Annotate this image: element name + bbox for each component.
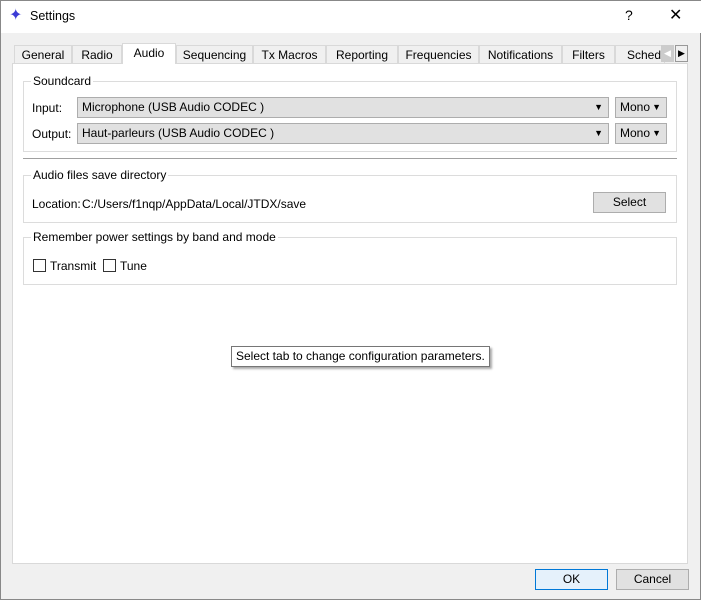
divider bbox=[23, 158, 677, 159]
output-device-value: Haut-parleurs (USB Audio CODEC ) bbox=[82, 126, 275, 140]
input-device-value: Microphone (USB Audio CODEC ) bbox=[82, 100, 265, 114]
output-device-select[interactable]: Haut-parleurs (USB Audio CODEC ) ▼ bbox=[77, 123, 609, 144]
location-value: C:/Users/f1nqp/AppData/Local/JTDX/save bbox=[82, 197, 307, 211]
chevron-down-icon: ▼ bbox=[594, 128, 603, 138]
tab-schedule[interactable]: Schedu bbox=[615, 45, 665, 64]
chevron-down-icon: ▼ bbox=[594, 102, 603, 112]
tab-scroll-left-icon[interactable]: ◀ bbox=[661, 45, 674, 62]
title-bar: ✦ Settings ? ✕ bbox=[1, 1, 701, 33]
tab-notifications[interactable]: Notifications bbox=[479, 45, 562, 64]
location-label: Location: bbox=[32, 197, 81, 211]
chevron-down-icon: ▼ bbox=[652, 128, 661, 138]
tab-frequencies[interactable]: Frequencies bbox=[398, 45, 479, 64]
tab-scroll-right-icon[interactable]: ▶ bbox=[675, 45, 688, 62]
chevron-down-icon: ▼ bbox=[652, 102, 661, 112]
tab-radio[interactable]: Radio bbox=[72, 45, 122, 64]
tune-label: Tune bbox=[120, 259, 147, 273]
tab-audio[interactable]: Audio bbox=[122, 43, 176, 64]
soundcard-title: Soundcard bbox=[31, 74, 94, 88]
save-directory-title: Audio files save directory bbox=[31, 168, 169, 182]
close-button[interactable]: ✕ bbox=[669, 5, 682, 25]
select-directory-button[interactable]: Select bbox=[593, 192, 666, 213]
output-label: Output: bbox=[32, 127, 72, 141]
tune-checkbox[interactable] bbox=[103, 259, 116, 272]
input-channel-value: Mono bbox=[620, 100, 651, 114]
input-label: Input: bbox=[32, 101, 63, 115]
input-device-select[interactable]: Microphone (USB Audio CODEC ) ▼ bbox=[77, 97, 609, 118]
tooltip: Select tab to change configuration param… bbox=[231, 346, 490, 367]
input-channel-select[interactable]: Mono ▼ bbox=[615, 97, 667, 118]
tab-general[interactable]: General bbox=[14, 45, 72, 64]
tab-tx-macros[interactable]: Tx Macros bbox=[253, 45, 326, 64]
tab-filters[interactable]: Filters bbox=[562, 45, 615, 64]
ok-button[interactable]: OK bbox=[535, 569, 608, 590]
transmit-checkbox[interactable] bbox=[33, 259, 46, 272]
help-button[interactable]: ? bbox=[625, 7, 633, 23]
output-channel-select[interactable]: Mono ▼ bbox=[615, 123, 667, 144]
tab-sequencing[interactable]: Sequencing bbox=[176, 45, 253, 64]
app-star-icon: ✦ bbox=[9, 7, 23, 24]
output-channel-value: Mono bbox=[620, 126, 651, 140]
cancel-button[interactable]: Cancel bbox=[616, 569, 689, 590]
window-title: Settings bbox=[30, 9, 76, 23]
transmit-label: Transmit bbox=[50, 259, 97, 273]
power-settings-title: Remember power settings by band and mode bbox=[31, 230, 278, 244]
tab-reporting[interactable]: Reporting bbox=[326, 45, 398, 64]
